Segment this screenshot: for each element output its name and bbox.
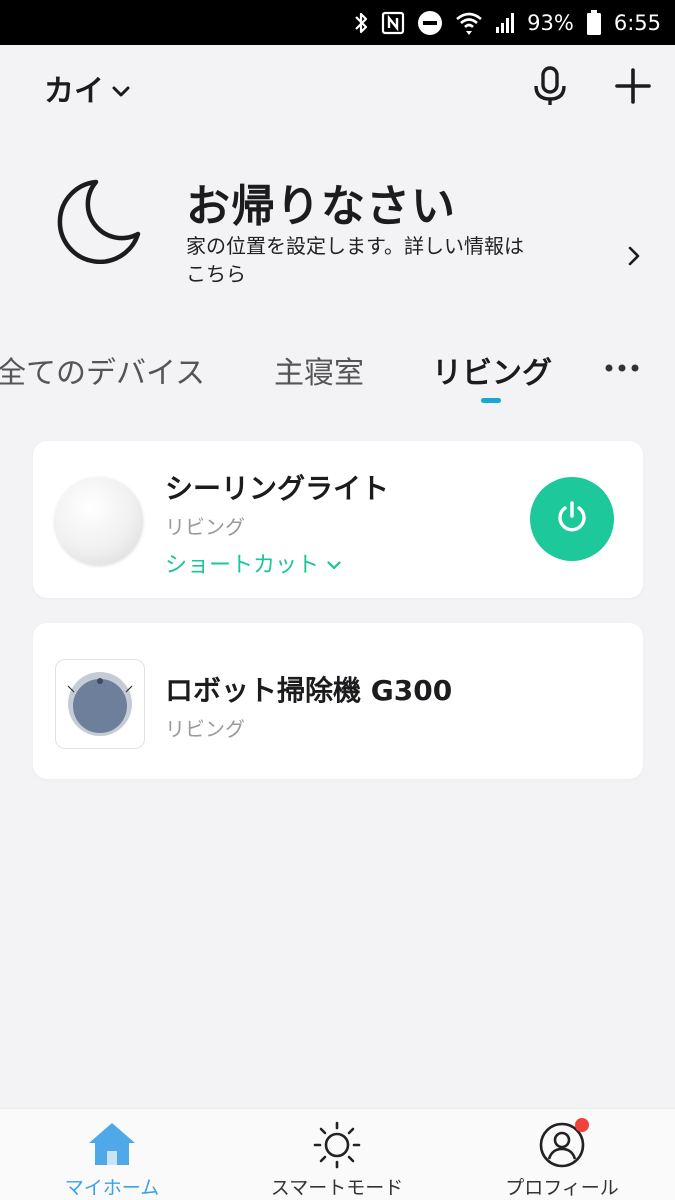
device-name: シーリングライト <box>165 472 390 505</box>
dnd-icon <box>417 10 443 36</box>
battery-icon <box>586 9 602 36</box>
status-bar: 93% 6:55 <box>0 0 675 45</box>
shortcut-label: ショートカット <box>165 553 320 578</box>
chevron-right-icon <box>628 246 640 270</box>
wifi-icon <box>455 10 483 36</box>
tab-master-bedroom[interactable]: 主寝室 <box>274 348 364 392</box>
battery-percentage: 93% <box>527 10 574 35</box>
welcome-subtitle: 家の位置を設定します。詳しい情報はこちら <box>186 234 524 286</box>
device-room: リビング <box>165 515 245 539</box>
device-name: ロボット掃除機 G300 <box>165 674 453 707</box>
more-horizontal-icon[interactable] <box>604 358 640 377</box>
room-tabs: 全てのデバイス 主寝室 リビング <box>0 340 675 410</box>
add-button[interactable] <box>607 62 659 114</box>
welcome-banner[interactable]: お帰りなさい 家の位置を設定します。詳しい情報はこちら <box>0 150 675 300</box>
sun-icon <box>312 1121 362 1173</box>
robot-vacuum-image <box>55 659 145 749</box>
moon-icon <box>56 178 142 268</box>
clock: 6:55 <box>613 10 661 35</box>
power-icon <box>555 500 589 538</box>
power-button[interactable] <box>530 477 614 561</box>
home-name: カイ <box>44 74 104 109</box>
microphone-icon <box>532 66 568 110</box>
shortcut-toggle[interactable]: ショートカット <box>165 547 341 579</box>
nav-my-home[interactable]: マイホーム <box>12 1109 212 1200</box>
active-tab-indicator <box>481 398 501 403</box>
nav-label: プロフィール <box>505 1177 619 1199</box>
bottom-navigation: マイホーム スマートモード プロフィール <box>0 1108 675 1200</box>
notification-badge <box>575 1118 589 1132</box>
nav-profile[interactable]: プロフィール <box>462 1109 662 1200</box>
tab-living-room[interactable]: リビング <box>432 348 552 392</box>
signal-icon <box>495 12 515 34</box>
chevron-down-icon <box>112 71 130 106</box>
home-switcher[interactable]: カイ <box>44 66 130 110</box>
ceiling-light-image <box>55 477 143 565</box>
welcome-title: お帰りなさい <box>186 181 456 232</box>
nfc-icon <box>381 11 405 35</box>
nav-smart-mode[interactable]: スマートモード <box>237 1109 437 1200</box>
device-card-ceiling-light[interactable]: シーリングライト リビング ショートカット <box>33 441 643 598</box>
nav-label: スマートモード <box>270 1177 404 1199</box>
microphone-button[interactable] <box>524 62 576 114</box>
device-room: リビング <box>165 717 245 741</box>
bluetooth-icon <box>353 11 369 35</box>
device-card-robot-vacuum[interactable]: ロボット掃除機 G300 リビング <box>33 623 643 779</box>
plus-icon <box>615 68 651 108</box>
tab-all-devices[interactable]: 全てのデバイス <box>0 348 205 392</box>
chevron-down-icon <box>327 551 341 576</box>
home-icon <box>87 1121 137 1171</box>
nav-label: マイホーム <box>64 1177 160 1199</box>
